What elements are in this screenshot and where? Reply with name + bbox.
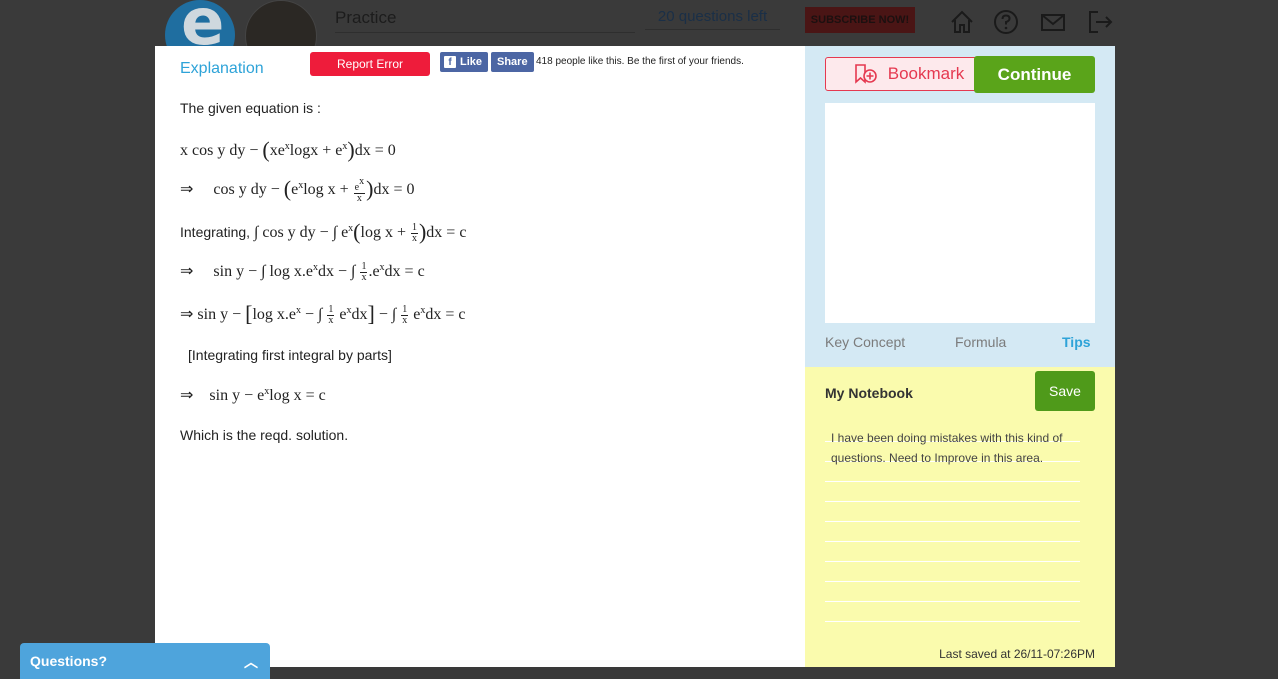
equation-1: x cos y dy − (xexlogx + ex)dx = 0 bbox=[180, 137, 396, 162]
last-saved-text: Last saved at 26/11-07:26PM bbox=[939, 647, 1095, 661]
facebook-like-button[interactable]: f Like bbox=[440, 52, 489, 72]
facebook-icon: f bbox=[444, 56, 456, 68]
questions-bar[interactable]: Questions? ︿ bbox=[20, 643, 270, 679]
equation-6: ⇒ sin y − exlog x = c bbox=[180, 386, 326, 404]
notebook-rule bbox=[825, 620, 1080, 622]
notebook-rule bbox=[825, 540, 1080, 542]
bookmark-button[interactable]: Bookmark bbox=[825, 57, 993, 91]
notebook-rule bbox=[825, 500, 1080, 502]
explanation-modal: Explanation Report Error f Like Share 41… bbox=[155, 46, 1115, 667]
notebook-rule bbox=[825, 520, 1080, 522]
content-area bbox=[825, 103, 1095, 323]
notebook-rule bbox=[825, 600, 1080, 602]
mail-icon[interactable] bbox=[1039, 8, 1067, 36]
intro-text: The given equation is : bbox=[180, 100, 321, 116]
explanation-panel: Explanation Report Error f Like Share 41… bbox=[155, 46, 805, 667]
report-error-button[interactable]: Report Error bbox=[310, 52, 430, 76]
page-title: Practice bbox=[335, 8, 635, 33]
integrating-label: Integrating, bbox=[180, 224, 251, 240]
facebook-like-count: 418 people like this. Be the first of yo… bbox=[536, 56, 744, 67]
notebook-panel: My Notebook Save I have been doing mista… bbox=[805, 367, 1115, 667]
notebook-rule bbox=[825, 580, 1080, 582]
tab-formula[interactable]: Formula bbox=[955, 334, 1006, 350]
facebook-share-button[interactable]: Share bbox=[491, 52, 534, 72]
conclusion-text: Which is the reqd. solution. bbox=[180, 427, 349, 443]
tab-key-concept[interactable]: Key Concept bbox=[825, 334, 905, 350]
notebook-title: My Notebook bbox=[825, 385, 913, 401]
home-icon[interactable] bbox=[948, 8, 976, 36]
notebook-rule bbox=[825, 480, 1080, 482]
equation-5: ⇒ sin y − [log x.ex − ∫ 1x exdx] − ∫ 1x … bbox=[180, 301, 466, 326]
subscribe-button[interactable]: SUBSCRIBE NOW! bbox=[805, 7, 915, 33]
chevron-up-icon: ︿ bbox=[244, 654, 258, 670]
questions-label: Questions? bbox=[30, 653, 108, 669]
tab-tips[interactable]: Tips bbox=[1062, 334, 1091, 350]
bookmark-label: Bookmark bbox=[887, 64, 965, 83]
integration-note: [Integrating first integral by parts] bbox=[188, 347, 392, 363]
continue-button[interactable]: Continue bbox=[974, 56, 1095, 93]
help-icon[interactable] bbox=[992, 8, 1020, 36]
equation-2: ⇒ cos y dy − (exlog x + ex x)dx = 0 bbox=[180, 175, 415, 204]
equation-3: Integrating, ∫ cos y dy − ∫ ex(log x + 1… bbox=[180, 219, 467, 244]
facebook-like-label: Like bbox=[460, 56, 483, 68]
equation-4: ⇒ sin y − ∫ log x.exdx − ∫ 1 x .exdx = c bbox=[180, 260, 425, 283]
bookmark-add-icon bbox=[854, 64, 877, 84]
save-button[interactable]: Save bbox=[1035, 371, 1095, 411]
explanation-title: Explanation bbox=[180, 60, 264, 77]
notebook-textarea[interactable]: I have been doing mistakes with this kin… bbox=[831, 428, 1081, 468]
logout-icon[interactable] bbox=[1086, 8, 1114, 36]
questions-left: 20 questions left bbox=[645, 8, 780, 30]
background-header: e Practice 20 questions left SUBSCRIBE N… bbox=[0, 0, 1278, 72]
notebook-rule bbox=[825, 560, 1080, 562]
